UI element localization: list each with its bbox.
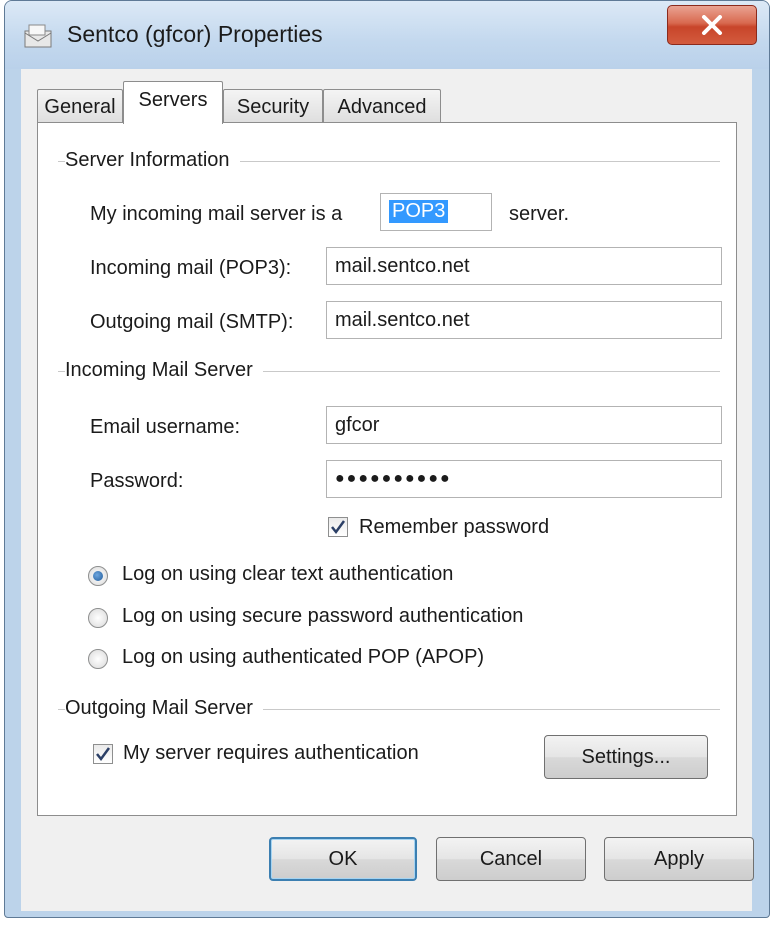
checkmark-icon <box>331 520 346 535</box>
ok-button[interactable]: OK <box>269 837 417 881</box>
requires-auth-checkbox[interactable] <box>93 744 113 764</box>
tab-servers[interactable]: Servers <box>123 81 223 124</box>
dialog-body: General Servers Security Advanced Server… <box>21 69 754 911</box>
outgoing-mail-server-input[interactable] <box>326 301 722 339</box>
servers-panel: Server Information My incoming mail serv… <box>37 122 737 816</box>
radio-clear-text-auth-label[interactable]: Log on using clear text authentication <box>122 563 453 586</box>
password-label: Password: <box>90 470 184 492</box>
radio-secure-password-auth[interactable] <box>88 608 108 628</box>
close-button[interactable] <box>667 5 757 45</box>
email-username-label: Email username: <box>90 416 241 438</box>
properties-window: Sentco (gfcor) Properties General Server… <box>4 0 770 918</box>
checkmark-icon <box>96 747 111 762</box>
requires-auth-label[interactable]: My server requires authentication <box>123 742 419 765</box>
account-icon <box>23 23 55 49</box>
incoming-type-prefix: My incoming mail server is a <box>90 203 343 225</box>
radio-apop-auth[interactable] <box>88 649 108 669</box>
remember-password-label[interactable]: Remember password <box>359 516 549 539</box>
close-icon <box>702 15 722 35</box>
title-bar[interactable]: Sentco (gfcor) Properties <box>5 1 769 69</box>
outgoing-mail-server-heading: Outgoing Mail Server <box>65 697 263 720</box>
apply-button[interactable]: Apply <box>604 837 754 881</box>
tab-security[interactable]: Security <box>223 89 323 123</box>
tab-general[interactable]: General <box>37 89 123 123</box>
radio-secure-password-auth-label[interactable]: Log on using secure password authenticat… <box>122 605 523 628</box>
window-title: Sentco (gfcor) Properties <box>67 21 323 47</box>
remember-password-checkbox[interactable] <box>328 517 348 537</box>
incoming-server-type-value: POP3 <box>389 200 449 223</box>
incoming-type-suffix: server. <box>509 203 570 225</box>
radio-clear-text-auth[interactable] <box>88 566 108 586</box>
password-input[interactable] <box>326 460 722 498</box>
incoming-mail-server-heading: Incoming Mail Server <box>65 359 263 382</box>
incoming-mail-server-input[interactable] <box>326 247 722 285</box>
incoming-server-type-field: POP3 <box>380 193 492 231</box>
settings-button[interactable]: Settings... <box>544 735 708 779</box>
outgoing-mail-label: Outgoing mail (SMTP): <box>90 311 294 333</box>
radio-apop-auth-label[interactable]: Log on using authenticated POP (APOP) <box>122 646 484 669</box>
email-username-input[interactable] <box>326 406 722 444</box>
server-information-heading: Server Information <box>65 149 240 172</box>
cancel-button[interactable]: Cancel <box>436 837 586 881</box>
incoming-mail-label: Incoming mail (POP3): <box>90 257 292 279</box>
tab-advanced[interactable]: Advanced <box>323 89 441 123</box>
